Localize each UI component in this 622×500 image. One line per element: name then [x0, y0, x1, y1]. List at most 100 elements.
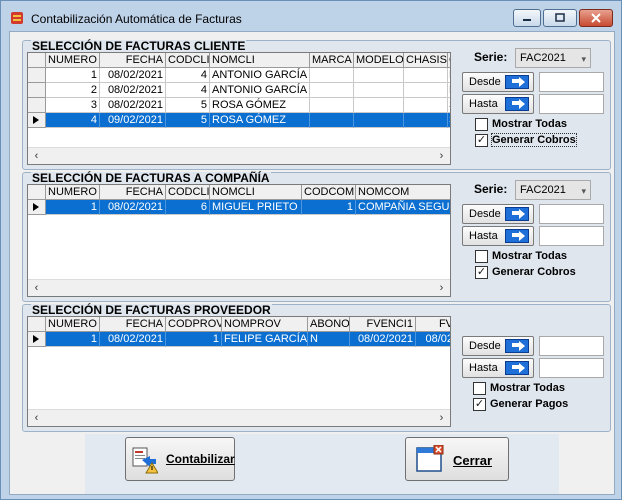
col-header-fecha[interactable]: FECHA [100, 317, 166, 332]
col-header-nomcom[interactable]: NOMCOM [356, 185, 450, 200]
grid-corner [28, 317, 46, 332]
hasta-button[interactable]: Hasta [462, 358, 534, 378]
cell-codcli: 5 [166, 113, 210, 128]
col-header-c[interactable]: C [448, 53, 450, 68]
current-row-arrow-icon [33, 116, 39, 124]
scroll-right-icon[interactable]: › [433, 280, 450, 296]
col-header-nomcli[interactable]: NOMCLI [210, 185, 302, 200]
col-header-fv[interactable]: FV [416, 317, 450, 332]
row-indicator[interactable] [28, 113, 46, 128]
cell-c: N [448, 68, 450, 83]
scroll-left-icon[interactable]: ‹ [28, 280, 45, 296]
scroll-right-icon[interactable]: › [433, 410, 450, 426]
cell-marca [310, 68, 354, 83]
row-indicator[interactable] [28, 98, 46, 113]
col-header-numero[interactable]: NUMERO [46, 53, 100, 68]
row-indicator[interactable] [28, 200, 46, 215]
cell-nomcli: ANTONIO GARCÍA [210, 68, 310, 83]
generar-cobros-label: Generar Cobros [491, 133, 577, 147]
cell-fv: 08/02 [416, 332, 450, 347]
col-header-marca[interactable]: MARCA [310, 53, 354, 68]
horizontal-scrollbar[interactable]: ‹ › [28, 147, 450, 164]
mostrar-todas-label: Mostrar Todas [490, 382, 565, 394]
col-header-codcli[interactable]: CODCLI [166, 53, 210, 68]
table-row[interactable]: 3 08/02/2021 5 ROSA GÓMEZ S [28, 98, 450, 113]
grid-facturas-compania[interactable]: NUMERO FECHA CODCLI NOMCLI CODCOM NOMCOM… [27, 184, 451, 297]
hasta-label: Hasta [469, 230, 498, 242]
mostrar-todas-checkbox[interactable] [475, 118, 488, 131]
col-header-abono[interactable]: ABONO [308, 317, 350, 332]
row-indicator[interactable] [28, 83, 46, 98]
table-row-selected[interactable]: 1 08/02/2021 6 MIGUEL PRIETO 1 COMPAÑIA … [28, 200, 450, 215]
grid-facturas-cliente[interactable]: NUMERO FECHA CODCLI NOMCLI MARCA MODELO … [27, 52, 451, 165]
scroll-left-icon[interactable]: ‹ [28, 148, 45, 164]
generar-cobros-checkbox[interactable]: ✓ [475, 266, 488, 279]
close-window-button[interactable] [579, 9, 613, 27]
cerrar-button[interactable]: Cerrar [405, 437, 509, 481]
mostrar-todas-checkbox[interactable] [475, 250, 488, 263]
serie-select[interactable]: FAC2021 ▾ [515, 48, 591, 68]
arrow-right-icon [505, 75, 529, 89]
serie-value: FAC2021 [520, 52, 566, 64]
hasta-input[interactable] [539, 94, 604, 114]
table-row-selected[interactable]: 1 08/02/2021 1 FELIPE GARCÍA N 08/02/202… [28, 332, 450, 347]
grid-corner [28, 53, 46, 68]
scroll-left-icon[interactable]: ‹ [28, 410, 45, 426]
cell-marca [310, 83, 354, 98]
col-header-modelo[interactable]: MODELO [354, 53, 404, 68]
main-window: Contabilización Automática de Facturas S… [0, 0, 622, 500]
table-row[interactable]: 1 08/02/2021 4 ANTONIO GARCÍA N [28, 68, 450, 83]
cell-numero: 4 [46, 113, 100, 128]
serie-label: Serie: [474, 182, 508, 196]
col-header-nomcli[interactable]: NOMCLI [210, 53, 310, 68]
hasta-input[interactable] [539, 358, 604, 378]
generar-pagos-checkbox[interactable]: ✓ [473, 398, 486, 411]
col-header-fvenci1[interactable]: FVENCI1 [350, 317, 416, 332]
col-header-numero[interactable]: NUMERO [46, 185, 100, 200]
mostrar-todas-checkbox[interactable] [473, 382, 486, 395]
maximize-button[interactable] [543, 9, 577, 27]
desde-button[interactable]: Desde [462, 72, 534, 92]
hasta-button[interactable]: Hasta [462, 226, 534, 246]
horizontal-scrollbar[interactable]: ‹ › [28, 279, 450, 296]
minimize-button[interactable] [513, 9, 541, 27]
desde-input[interactable] [539, 336, 604, 356]
col-header-codcli[interactable]: CODCLI [166, 185, 210, 200]
col-header-nomprov[interactable]: NOMPROV [222, 317, 308, 332]
row-indicator[interactable] [28, 68, 46, 83]
col-header-chasis[interactable]: CHASIS [404, 53, 448, 68]
col-header-codcom[interactable]: CODCOM [302, 185, 356, 200]
close-icon [591, 13, 601, 23]
arrow-right-icon [505, 97, 529, 111]
hasta-button[interactable]: Hasta [462, 94, 534, 114]
desde-label: Desde [469, 76, 501, 88]
desde-input[interactable] [539, 204, 604, 224]
cell-chasis [404, 68, 448, 83]
current-row-arrow-icon [33, 203, 39, 211]
cell-numero: 3 [46, 98, 100, 113]
generar-cobros-label: Generar Cobros [492, 266, 576, 278]
col-header-fecha[interactable]: FECHA [100, 185, 166, 200]
scroll-right-icon[interactable]: › [433, 148, 450, 164]
mostrar-todas-label: Mostrar Todas [492, 250, 567, 262]
row-indicator[interactable] [28, 332, 46, 347]
cell-codcli: 5 [166, 98, 210, 113]
table-row[interactable]: 2 08/02/2021 4 ANTONIO GARCÍA N [28, 83, 450, 98]
col-header-numero[interactable]: NUMERO [46, 317, 100, 332]
serie-value: FAC2021 [520, 184, 566, 196]
generar-cobros-checkbox[interactable]: ✓ [475, 134, 488, 147]
cell-abono: N [308, 332, 350, 347]
desde-button[interactable]: Desde [462, 336, 534, 356]
table-row-selected[interactable]: 4 09/02/2021 5 ROSA GÓMEZ S [28, 113, 450, 128]
col-header-codprov[interactable]: CODPROV [166, 317, 222, 332]
hasta-input[interactable] [539, 226, 604, 246]
desde-input[interactable] [539, 72, 604, 92]
contabilizar-button[interactable]: Contabilizar [125, 437, 235, 481]
desde-button[interactable]: Desde [462, 204, 534, 224]
close-window-icon [416, 445, 444, 472]
horizontal-scrollbar[interactable]: ‹ › [28, 409, 450, 426]
col-header-fecha[interactable]: FECHA [100, 53, 166, 68]
cell-fecha: 08/02/2021 [100, 98, 166, 113]
grid-facturas-proveedor[interactable]: NUMERO FECHA CODPROV NOMPROV ABONO FVENC… [27, 316, 451, 427]
serie-select[interactable]: FAC2021 ▾ [515, 180, 591, 200]
